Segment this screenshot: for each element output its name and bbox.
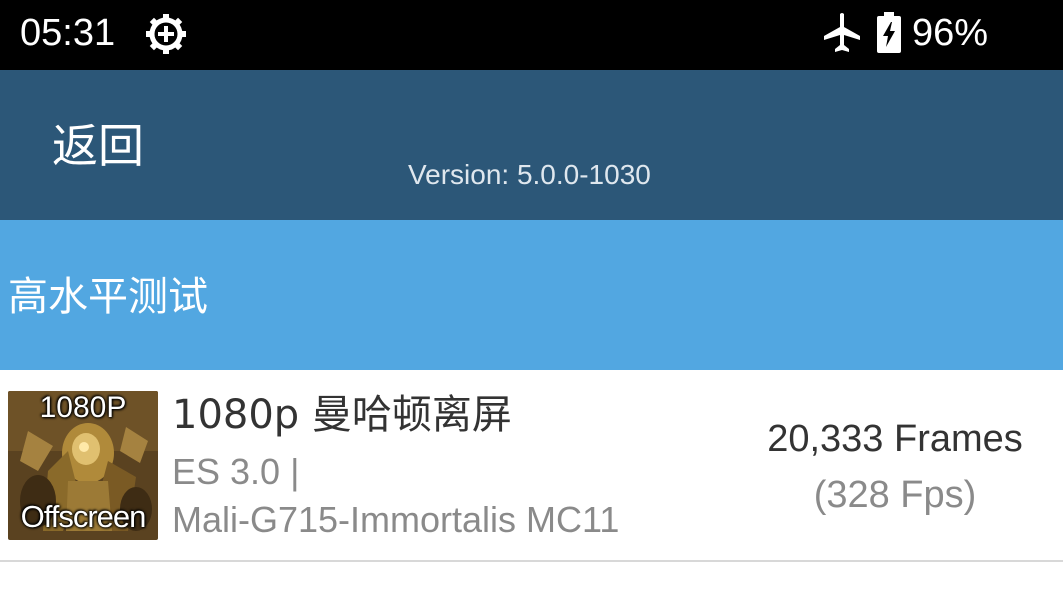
status-bar: 05:31 96% — [0, 0, 1063, 70]
score-frames: 20,333 Frames — [767, 418, 1023, 460]
version-label: Version: 5.0.0-1030 — [408, 159, 651, 190]
thumbnail-resolution-label: 1080P — [39, 391, 127, 424]
section-title: 高水平测试 — [8, 274, 208, 320]
test-gpu: Mali-G715-Immortalis MC11 — [172, 499, 620, 540]
thumbnail-mode-label: Offscreen — [20, 499, 147, 534]
score-fps: (328 Fps) — [813, 474, 977, 516]
row-divider — [0, 560, 1063, 562]
status-time: 05:31 — [20, 12, 116, 54]
back-button[interactable]: 返回 — [52, 118, 144, 174]
settings-gear-icon — [144, 12, 188, 56]
battery-charging-icon — [876, 10, 902, 54]
battery-percent: 96% — [912, 12, 989, 54]
app-bar: 返回 Version: 5.0.0-1030 — [0, 70, 1063, 220]
test-name: 1080p 曼哈顿离屏 — [172, 392, 512, 438]
test-api: ES 3.0 | — [172, 451, 300, 492]
manhattan-robot-thumbnail: 1080P Offscreen — [8, 391, 158, 540]
test-list-item[interactable]: 1080P Offscreen 1080p 曼哈顿离屏 ES 3.0 | Mal… — [0, 370, 1063, 560]
airplane-mode-icon — [822, 12, 862, 54]
test-score: 20,333 Frames (328 Fps) — [730, 414, 1060, 520]
section-header: 高水平测试 — [0, 220, 1063, 370]
